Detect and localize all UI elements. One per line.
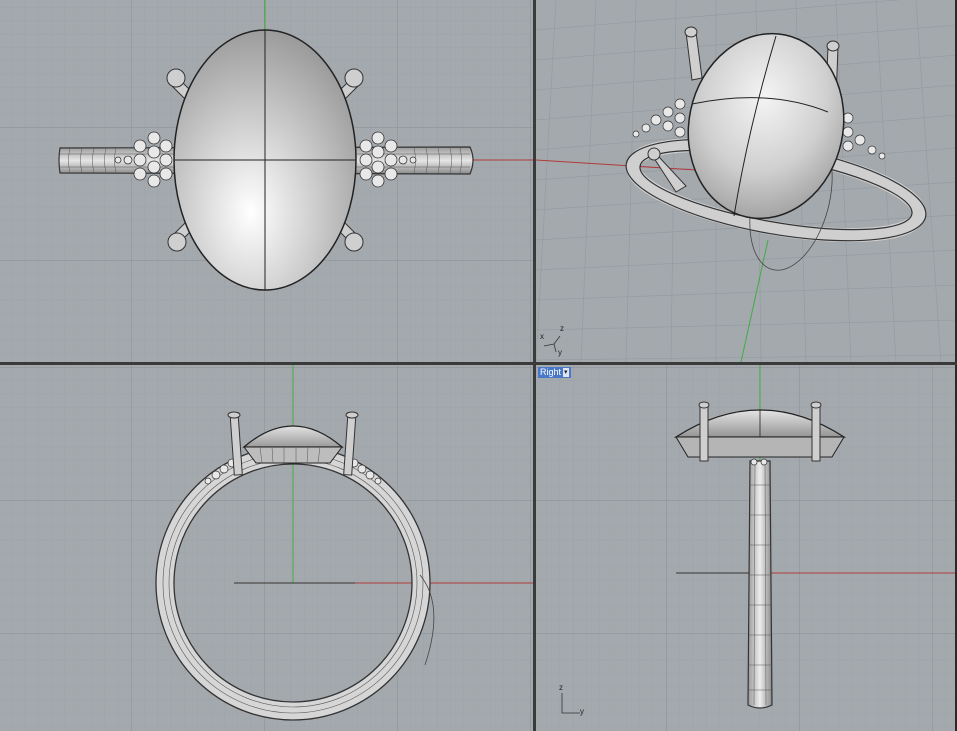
perspective-view-canvas xyxy=(536,0,955,362)
axis-y-label: y xyxy=(580,707,584,716)
viewport-title: Right xyxy=(540,367,562,377)
axis-widget: z y xyxy=(556,683,590,721)
viewport-perspective[interactable]: x z y xyxy=(536,0,957,362)
dropdown-arrow-icon[interactable]: ▾ xyxy=(563,368,569,377)
right-view-canvas xyxy=(536,365,955,731)
front-view-canvas xyxy=(0,365,533,731)
axis-x-label: x xyxy=(540,332,544,341)
viewport-right[interactable]: Right ▾ z y xyxy=(536,365,957,731)
center-gem[interactable] xyxy=(173,29,357,291)
viewport-label-right[interactable]: Right ▾ xyxy=(538,367,571,378)
viewport-top[interactable] xyxy=(0,0,533,362)
top-view-canvas xyxy=(0,0,533,362)
viewport-front[interactable] xyxy=(0,365,533,731)
axis-y-label: y xyxy=(558,348,562,357)
axis-widget: x z y xyxy=(540,322,570,358)
axis-z-label: z xyxy=(560,324,564,333)
ring-band[interactable] xyxy=(747,460,773,709)
axis-z-label: z xyxy=(559,683,563,692)
